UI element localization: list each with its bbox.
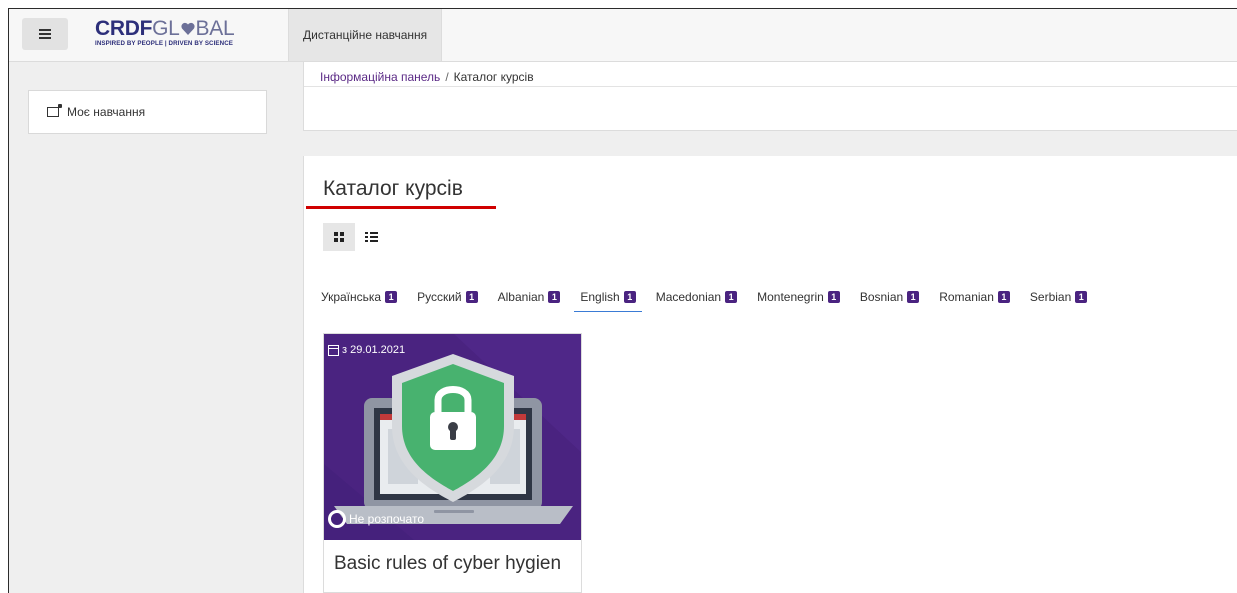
breadcrumb-current: Каталог курсів (453, 70, 534, 84)
nav-tab-distance-learning[interactable]: Дистанційне навчання (288, 9, 443, 61)
logo-wordmark: CRDFGL BAL (95, 17, 235, 40)
count-badge: 1 (623, 291, 636, 303)
logo-tagline: INSPIRED BY PEOPLE | DRIVEN BY SCIENCE (95, 40, 234, 47)
tab-language[interactable]: Українська 1 (311, 288, 407, 310)
page-title: Каталог курсів (323, 177, 463, 200)
title-underline (306, 206, 496, 209)
hamburger-icon (39, 29, 51, 39)
breadcrumb-separator: / (445, 70, 449, 84)
page-header: Інформаційна панель / Каталог курсів (303, 62, 1237, 131)
sidebar (9, 62, 287, 593)
tab-language[interactable]: Русский 1 (407, 288, 488, 310)
globe-heart-icon (180, 22, 195, 35)
course-title[interactable]: Basic rules of cyber hygien (334, 552, 564, 576)
course-progress-status: Не розпочато (328, 510, 424, 528)
list-icon (364, 232, 378, 242)
divider (304, 86, 1237, 87)
count-badge: 1 (548, 291, 561, 303)
count-badge: 1 (907, 291, 920, 303)
count-badge: 1 (385, 291, 398, 303)
tab-language-active[interactable]: English 1 (570, 288, 645, 312)
count-badge: 1 (725, 291, 738, 303)
progress-ring-icon (328, 510, 346, 528)
view-toggle (323, 223, 387, 251)
grid-view-button[interactable] (323, 223, 355, 251)
count-badge: 1 (1075, 291, 1088, 303)
course-image[interactable]: з 29.01.2021 Не розпочато (324, 334, 581, 540)
learning-icon (47, 104, 62, 117)
site-logo[interactable]: CRDFGL BAL INSPIRED BY PEOPLE | DRIVEN BY… (95, 17, 275, 49)
grid-icon (334, 232, 344, 242)
language-tabs: Українська 1 Русский 1 Albanian 1 English 1 … (311, 288, 1097, 312)
course-card[interactable]: з 29.01.2021 Не розпочато Basic rules of… (323, 333, 582, 593)
tab-language[interactable]: Bosnian 1 (850, 288, 929, 310)
tab-language[interactable]: Albanian 1 (488, 288, 571, 310)
tab-language[interactable]: Macedonian 1 (646, 288, 747, 310)
tab-language[interactable]: Montenegrin 1 (747, 288, 850, 310)
top-strip (0, 0, 1237, 8)
count-badge: 1 (997, 291, 1010, 303)
tab-language[interactable]: Serbian 1 (1020, 288, 1097, 310)
tab-language[interactable]: Romanian 1 (929, 288, 1020, 310)
sidebar-item-label: Моє навчання (67, 105, 146, 119)
count-badge: 1 (827, 291, 840, 303)
calendar-icon (328, 344, 339, 356)
count-badge: 1 (465, 291, 478, 303)
breadcrumb: Інформаційна панель / Каталог курсів (320, 70, 534, 84)
sidebar-item-my-learning[interactable]: Моє навчання (28, 90, 267, 134)
menu-toggle-button[interactable] (22, 18, 68, 50)
list-view-button[interactable] (355, 223, 387, 251)
course-start-date: з 29.01.2021 (328, 344, 405, 356)
breadcrumb-home-link[interactable]: Інформаційна панель (320, 70, 440, 84)
